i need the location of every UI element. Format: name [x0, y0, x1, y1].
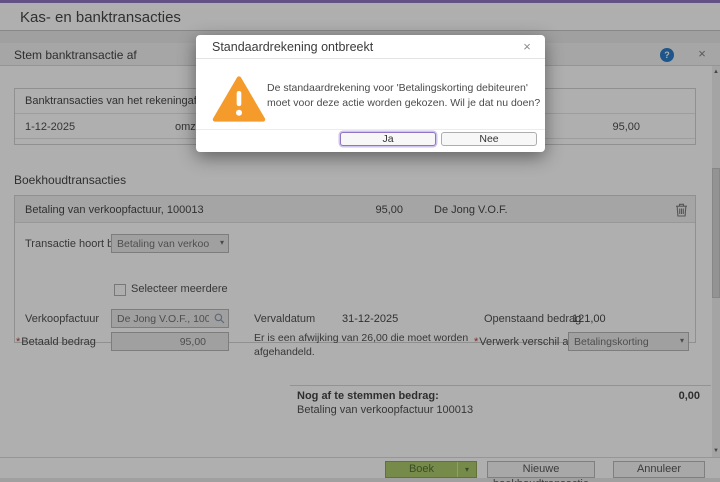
- dialog-footer: Ja Nee: [196, 129, 545, 152]
- ja-button[interactable]: Ja: [340, 132, 436, 146]
- warning-icon: [212, 75, 266, 123]
- dialog-titlebar: Standaardrekening ontbreekt ×: [196, 35, 545, 59]
- dialog-title: Standaardrekening ontbreekt: [212, 40, 374, 54]
- app-screen: Kas- en banktransacties Stem banktransac…: [0, 0, 720, 482]
- dialog-close-icon[interactable]: ×: [519, 39, 535, 55]
- nee-button[interactable]: Nee: [441, 132, 537, 146]
- dialog-message: De standaardrekening voor 'Betalingskort…: [267, 82, 541, 109]
- standaardrekening-dialog: Standaardrekening ontbreekt × De standaa…: [196, 35, 545, 152]
